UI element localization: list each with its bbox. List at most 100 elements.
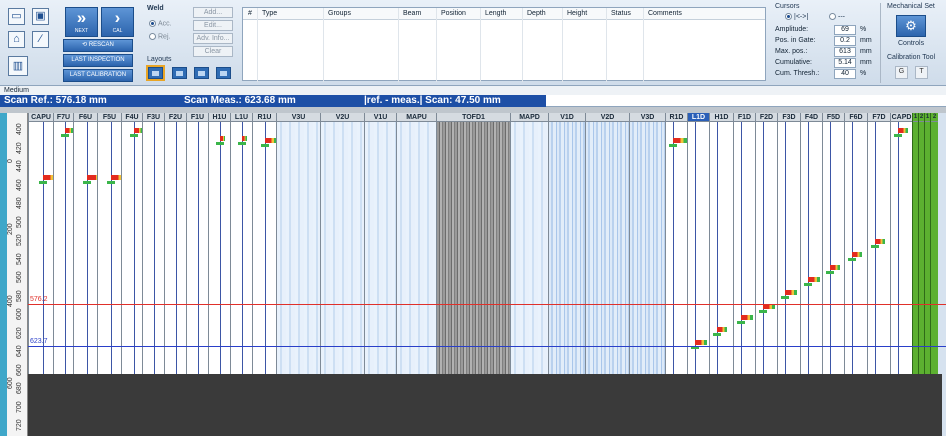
controls-button[interactable]: ⚙ — [896, 15, 926, 37]
col-header[interactable]: Comments — [648, 10, 682, 17]
channel-header[interactable]: F3D — [778, 113, 800, 122]
scanner-icon[interactable]: ⌂ — [8, 31, 25, 48]
indication-marker[interactable] — [43, 175, 53, 180]
measure-cursor-line[interactable] — [28, 346, 946, 347]
channel-header[interactable]: V1U — [365, 113, 396, 122]
layout-4-button[interactable] — [216, 67, 231, 79]
adv-info-button[interactable]: Adv. Info... — [193, 33, 233, 44]
channel-header[interactable]: R1D — [666, 113, 687, 122]
reference-cursor-line[interactable] — [28, 304, 946, 305]
channel-header[interactable]: F2D — [756, 113, 777, 122]
layout-2-button[interactable] — [172, 67, 187, 79]
indication-marker[interactable] — [852, 252, 862, 257]
channel-header[interactable]: MAPD — [511, 113, 548, 122]
graph-icon[interactable]: ∕ — [32, 31, 49, 48]
bscan-image[interactable] — [397, 122, 436, 374]
bscan-image[interactable] — [365, 122, 396, 374]
channel-header[interactable]: F1U — [187, 113, 208, 122]
indication-marker[interactable] — [87, 175, 97, 180]
indication-marker[interactable] — [808, 277, 820, 282]
channel-header[interactable]: V1D — [549, 113, 585, 122]
g-button[interactable]: G — [895, 66, 908, 79]
channel-header[interactable]: V3D — [630, 113, 665, 122]
open-file-icon[interactable]: ▭ — [8, 8, 25, 25]
bscan-image[interactable] — [321, 122, 364, 374]
channel-header[interactable]: F4D — [801, 113, 822, 122]
bscan-image[interactable] — [549, 122, 585, 374]
cursor-mode-a[interactable]: |<->| — [785, 13, 808, 20]
scan-axis[interactable]: 400 420 440 460 480 500 520 540 560 580 600 620 640 6… — [0, 113, 28, 436]
defect-table[interactable]: # Type Groups Beam Position Length Depth… — [242, 7, 766, 82]
acc-radio[interactable]: Acc. — [149, 20, 172, 27]
col-header[interactable]: Beam — [403, 10, 421, 17]
channel-header[interactable]: 2 — [931, 113, 938, 122]
indication-marker[interactable] — [673, 138, 687, 143]
channel-header[interactable]: R1U — [253, 113, 276, 122]
channel-header[interactable]: V3U — [277, 113, 320, 122]
channel-header[interactable]: L1U — [231, 113, 252, 122]
col-header[interactable]: Type — [262, 10, 277, 17]
channel-header[interactable]: CAPD — [891, 113, 912, 122]
rescan-button[interactable]: ⟲ RESCAN — [63, 39, 133, 52]
indication-marker[interactable] — [875, 239, 885, 244]
channel-header[interactable]: MAPU — [397, 113, 436, 122]
indication-marker[interactable] — [220, 136, 225, 141]
indication-marker[interactable] — [242, 136, 247, 141]
indication-marker[interactable] — [830, 265, 840, 270]
last-inspection-button[interactable]: LAST INSPECTION — [63, 54, 133, 67]
t-button[interactable]: T — [915, 66, 928, 79]
bscan-image[interactable] — [586, 122, 629, 374]
indication-marker[interactable] — [65, 128, 73, 133]
indication-marker[interactable] — [717, 327, 727, 332]
col-header[interactable]: Depth — [527, 10, 546, 17]
next-button[interactable]: » NEXT — [65, 7, 98, 37]
grid-icon[interactable]: ▥ — [8, 56, 28, 76]
edit-button[interactable]: Edit... — [193, 20, 233, 31]
scan-position-scale[interactable] — [0, 113, 7, 436]
bscan-image[interactable] — [630, 122, 665, 374]
col-header[interactable]: Height — [567, 10, 587, 17]
add-button[interactable]: Add... — [193, 7, 233, 18]
channel-header[interactable]: F3U — [143, 113, 164, 122]
channel-header[interactable]: F1D — [734, 113, 755, 122]
channel-header[interactable]: F7D — [868, 113, 890, 122]
channel-header[interactable]: V2D — [586, 113, 629, 122]
col-header[interactable]: # — [248, 10, 252, 17]
clear-button[interactable]: Clear — [193, 46, 233, 57]
channel-header[interactable]: F6U — [74, 113, 97, 122]
channel-header[interactable]: F7U — [54, 113, 73, 122]
indication-marker[interactable] — [695, 340, 707, 345]
inspection-views[interactable]: 400 420 440 460 480 500 520 540 560 580 600 620 640 6… — [0, 113, 946, 436]
indication-marker[interactable] — [134, 128, 142, 133]
channel-header[interactable]: CAPU — [29, 113, 53, 122]
calibration-button[interactable]: › CAL — [101, 7, 134, 37]
channel-header[interactable]: L1D — [688, 113, 709, 122]
rej-radio[interactable]: Rej. — [149, 33, 170, 40]
cursor-mode-b[interactable]: --- — [829, 13, 845, 20]
indication-marker[interactable] — [785, 290, 797, 295]
layout-1-button[interactable] — [146, 65, 165, 81]
indication-marker[interactable] — [898, 128, 908, 133]
indication-marker[interactable] — [111, 175, 121, 180]
channel-header[interactable]: F4U — [122, 113, 142, 122]
col-header[interactable]: Position — [441, 10, 466, 17]
channel-header[interactable]: TOFD1 — [437, 113, 510, 122]
col-header[interactable]: Status — [611, 10, 631, 17]
last-calibration-button[interactable]: LAST CALIBRATION — [63, 69, 133, 82]
bscan-image[interactable] — [437, 122, 510, 374]
save-icon[interactable]: ▣ — [32, 8, 49, 25]
layout-3-button[interactable] — [194, 67, 209, 79]
channel-header[interactable]: F6D — [845, 113, 867, 122]
indication-marker[interactable] — [741, 315, 753, 320]
channel-header[interactable]: H1D — [710, 113, 733, 122]
indication-marker[interactable] — [265, 138, 276, 143]
channel-header[interactable]: H1U — [209, 113, 230, 122]
col-header[interactable]: Groups — [328, 10, 351, 17]
bscan-image[interactable] — [511, 122, 548, 374]
channel-header[interactable]: F5D — [823, 113, 844, 122]
channel-header[interactable]: F5U — [98, 113, 121, 122]
col-header[interactable]: Length — [485, 10, 506, 17]
channel-header[interactable]: V2U — [321, 113, 364, 122]
bscan-image[interactable] — [277, 122, 320, 374]
channel-header[interactable]: F2U — [165, 113, 186, 122]
